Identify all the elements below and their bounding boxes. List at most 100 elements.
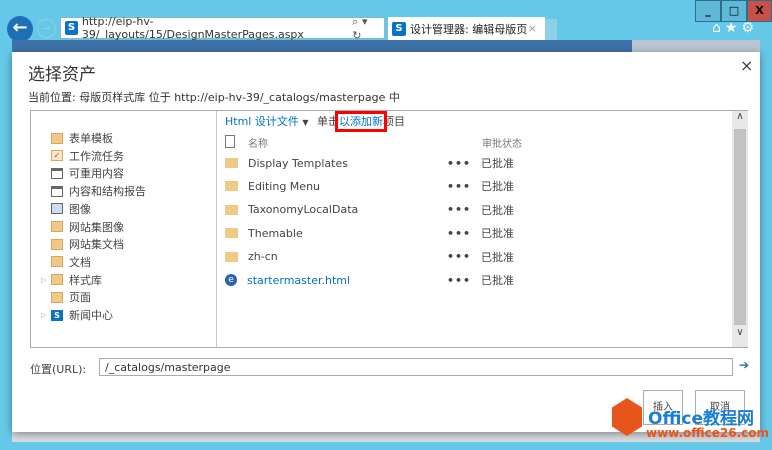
status-column-header[interactable]: 审批状态 (482, 135, 522, 150)
file-name[interactable]: Display Templates (248, 157, 448, 170)
list-icon (51, 185, 63, 197)
file-name[interactable]: startermaster.html (247, 274, 447, 287)
home-star-gear-icons[interactable]: ⌂★⚙ (712, 20, 758, 36)
item-menu-button[interactable]: ••• (447, 274, 471, 287)
image-icon (51, 203, 63, 215)
tree-item[interactable]: 页面 (51, 289, 91, 305)
address-bar[interactable]: Shttp://eip-hv-39/_layouts/15/DesignMast… (60, 15, 385, 42)
folder-doc-icon (51, 238, 63, 250)
task-icon: ✓ (51, 150, 63, 162)
file-name[interactable]: Themable (248, 227, 448, 240)
tree-item[interactable]: 网站集图像 (51, 219, 124, 235)
back-button[interactable]: ← (7, 16, 33, 42)
tree-item-label: 网站集文档 (69, 238, 124, 252)
tab-close-icon[interactable]: × (528, 22, 537, 35)
folder-doc-icon (51, 132, 63, 144)
name-column-header[interactable]: 名称 (248, 135, 268, 150)
approval-status: 已批准 (481, 227, 514, 241)
file-row[interactable]: e startermaster.html ••• 已批准 (225, 270, 725, 290)
dialog-title: 选择资产 (28, 65, 96, 85)
approval-status: 已批准 (481, 203, 514, 217)
url-input[interactable]: /_catalogs/masterpage (99, 358, 733, 376)
tree-item-label: 可重用内容 (69, 167, 124, 181)
current-location: 当前位置: 母版页样式库 位于 http://eip-hv-39/_catalo… (28, 91, 400, 104)
sharepoint-icon: S (51, 309, 63, 321)
url-text: http://eip-hv-39/_layouts/15/DesignMaste… (81, 15, 304, 41)
file-name[interactable]: TaxonomyLocalData (248, 203, 448, 216)
tree-item-label: 网站集图像 (69, 220, 124, 234)
tree-item-label: 新闻中心 (69, 309, 113, 322)
expand-icon[interactable]: ▷ (41, 311, 46, 319)
add-new-item-link[interactable]: 以添加新 (335, 111, 387, 132)
view-menu[interactable]: Html 设计文件 ▼ (225, 113, 309, 129)
item-menu-button[interactable]: ••• (447, 227, 471, 240)
tree-item-label: 图像 (69, 202, 91, 216)
approval-status: 已批准 (481, 274, 514, 287)
tree-item-label: 页面 (69, 291, 91, 305)
folder-icon (225, 251, 238, 262)
folder-doc-icon (51, 291, 63, 303)
folder-icon (225, 158, 238, 168)
new-tab-button[interactable] (545, 19, 557, 40)
item-menu-button[interactable]: ••• (447, 157, 471, 170)
tree-item[interactable]: ✓ 工作流任务 (51, 148, 124, 164)
asset-browser-panel: 表单模板 ✓ 工作流任务可重用内容内容和结构报告 图像网站集图像网站集文档文档 ▷ 样式库… (30, 110, 748, 348)
approval-status: 已批准 (481, 157, 514, 170)
document-type-icon (225, 135, 235, 148)
tree-item[interactable]: ▷ 样式库 (41, 272, 102, 288)
file-name[interactable]: Editing Menu (248, 180, 448, 193)
tree-item-label: 文档 (69, 255, 91, 269)
browser-tab[interactable]: S 设计管理器: 编辑母版页 × (388, 17, 545, 40)
select-asset-dialog: 选择资产 × 当前位置: 母版页样式库 位于 http://eip-hv-39/… (12, 52, 760, 432)
file-list: Display Templates ••• 已批准 Editing Menu ••• 已批… (217, 153, 727, 343)
folder-icon (225, 181, 238, 192)
minimize-button[interactable]: _ (695, 0, 721, 22)
vertical-scrollbar[interactable]: ∧ ∨ (732, 111, 748, 347)
tree-item[interactable]: 内容和结构报告 (51, 183, 146, 199)
file-row[interactable]: Editing Menu ••• 已批准 (225, 176, 725, 196)
sharepoint-icon: S (65, 21, 78, 35)
file-row[interactable]: TaxonomyLocalData ••• 已批准 (225, 200, 725, 220)
item-menu-button[interactable]: ••• (447, 250, 471, 263)
list-icon (51, 167, 63, 179)
url-label: 位置(URL): (30, 363, 87, 376)
library-tree: 表单模板 ✓ 工作流任务可重用内容内容和结构报告 图像网站集图像网站集文档文档 ▷ 样式库… (31, 111, 217, 347)
folder-doc-icon (51, 256, 63, 268)
scrollbar-thumb[interactable] (734, 129, 746, 325)
close-icon[interactable]: × (740, 56, 753, 75)
forward-button[interactable]: → (37, 19, 56, 38)
tree-item[interactable]: ▷ S 新闻中心 (41, 307, 113, 323)
approval-status: 已批准 (481, 180, 514, 194)
file-row[interactable]: Themable ••• 已批准 (225, 223, 725, 243)
tree-item-label: 工作流任务 (69, 149, 124, 163)
column-headers: 名称 审批状态 (225, 135, 725, 151)
folder-doc-icon (51, 274, 63, 286)
tree-item[interactable]: 图像 (51, 201, 91, 217)
tab-title: 设计管理器: 编辑母版页 (410, 22, 528, 36)
tree-item-label: 内容和结构报告 (69, 185, 146, 199)
watermark-url: www.office26.com (646, 426, 770, 440)
tree-item[interactable]: 网站集文档 (51, 236, 124, 252)
folder-icon (225, 228, 238, 239)
maximize-button[interactable]: □ (721, 0, 747, 22)
tree-item-label: 样式库 (69, 273, 102, 287)
html-file-icon: e (225, 274, 237, 286)
folder-doc-icon (51, 221, 63, 232)
approval-status: 已批准 (481, 250, 514, 264)
tree-item[interactable]: 可重用内容 (51, 165, 124, 181)
tree-item-label: 表单模板 (69, 132, 113, 145)
file-row[interactable]: zh-cn ••• 已批准 (225, 247, 725, 267)
item-menu-button[interactable]: ••• (447, 203, 471, 216)
expand-icon[interactable]: ▷ (41, 276, 46, 284)
go-arrow-icon[interactable]: ➔ (739, 358, 749, 372)
file-name[interactable]: zh-cn (248, 250, 448, 263)
sharepoint-icon: S (392, 21, 406, 36)
tree-item[interactable]: 表单模板 (51, 130, 113, 146)
search-refresh-icon[interactable]: ⌕ ▾ ↻ (352, 15, 378, 42)
add-new-item: 单击以添加新项目 (317, 111, 405, 132)
close-window-button[interactable]: X (747, 0, 772, 22)
item-menu-button[interactable]: ••• (447, 180, 471, 193)
tree-item[interactable]: 文档 (51, 254, 91, 270)
folder-icon (225, 204, 238, 215)
file-row[interactable]: Display Templates ••• 已批准 (225, 153, 725, 173)
